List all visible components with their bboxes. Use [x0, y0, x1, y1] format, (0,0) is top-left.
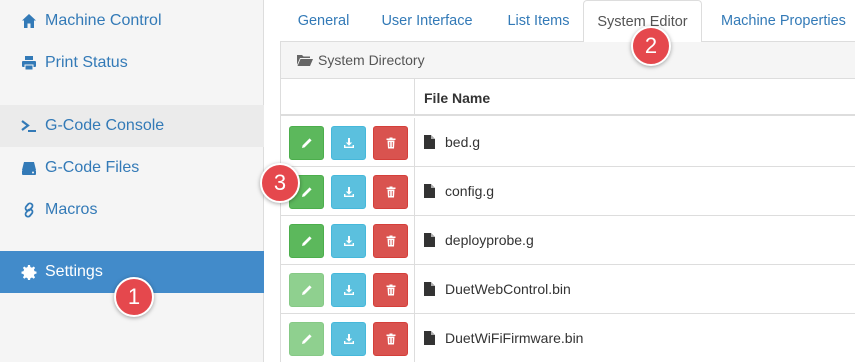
file-name: config.g — [445, 183, 495, 199]
home-icon — [20, 12, 38, 30]
console-icon — [20, 117, 38, 135]
download-file-button[interactable] — [331, 126, 366, 160]
row-actions — [281, 265, 415, 313]
file-icon — [424, 233, 435, 247]
table-row: config.g — [281, 167, 855, 216]
edit-file-button[interactable] — [289, 322, 324, 356]
file-name-cell[interactable]: DuetWebControl.bin — [424, 265, 571, 313]
sidebar-item-gcode-files[interactable]: G-Code Files — [0, 147, 264, 189]
file-name: deployprobe.g — [445, 232, 534, 248]
download-file-button[interactable] — [331, 322, 366, 356]
file-name-header: File Name — [424, 89, 491, 106]
download-icon — [343, 138, 354, 148]
sidebar-item-label: Print Status — [45, 54, 128, 71]
table-row: deployprobe.g — [281, 216, 855, 265]
table-row: DuetWiFiFirmware.bin — [281, 314, 855, 362]
row-actions — [281, 118, 415, 166]
tab-user-interface[interactable]: User Interface — [367, 0, 487, 42]
table-row: bed.g — [281, 118, 855, 167]
edit-file-button[interactable] — [289, 273, 324, 307]
download-icon — [343, 236, 354, 246]
file-icon — [424, 135, 435, 149]
panel-title: System Directory — [318, 52, 425, 68]
file-name: bed.g — [445, 134, 481, 150]
pencil-icon — [301, 236, 312, 246]
download-icon — [343, 187, 354, 197]
tab-list-items[interactable]: List Items — [487, 0, 590, 42]
callout-badge-3: 3 — [260, 163, 300, 203]
download-file-button[interactable] — [331, 175, 366, 209]
gear-icon — [20, 263, 38, 281]
row-actions — [281, 167, 415, 215]
settings-tabs: General User Interface List Items System… — [280, 0, 855, 43]
delete-file-button[interactable] — [373, 224, 408, 258]
download-file-button[interactable] — [331, 224, 366, 258]
file-name: DuetWiFiFirmware.bin — [445, 330, 584, 346]
pencil-icon — [301, 285, 312, 295]
trash-icon — [386, 137, 395, 149]
folder-open-icon — [297, 55, 313, 66]
file-icon — [424, 282, 435, 296]
sidebar-item-machine-control[interactable]: Machine Control — [0, 0, 264, 42]
tab-machine-properties[interactable]: Machine Properties — [710, 0, 855, 42]
file-name-cell[interactable]: bed.g — [424, 118, 480, 166]
table-header: File Name — [281, 79, 855, 116]
edit-file-button[interactable] — [289, 224, 324, 258]
file-name-cell[interactable]: deployprobe.g — [424, 216, 534, 264]
system-directory-panel: System Directory File Name bed.g config.g… — [280, 42, 855, 362]
main-content: General User Interface List Items System… — [260, 0, 855, 362]
download-icon — [343, 285, 354, 295]
callout-badge-1: 1 — [114, 277, 154, 317]
actions-header — [281, 79, 415, 116]
sidebar-item-macros[interactable]: Macros — [0, 189, 264, 231]
sidebar-item-print-status[interactable]: Print Status — [0, 42, 264, 84]
trash-icon — [386, 235, 395, 247]
sidebar-item-label: Settings — [45, 263, 103, 280]
printer-icon — [20, 54, 38, 72]
panel-heading: System Directory — [281, 42, 855, 79]
file-icon — [424, 184, 435, 198]
trash-icon — [386, 186, 395, 198]
sidebar-item-label: Machine Control — [45, 12, 162, 29]
delete-file-button[interactable] — [373, 126, 408, 160]
row-actions — [281, 314, 415, 362]
edit-file-button[interactable] — [289, 126, 324, 160]
delete-file-button[interactable] — [373, 273, 408, 307]
tab-general[interactable]: General — [280, 0, 367, 42]
download-icon — [343, 334, 354, 344]
sidebar-item-label: G-Code Console — [45, 117, 165, 134]
file-name-cell[interactable]: DuetWiFiFirmware.bin — [424, 314, 583, 362]
trash-icon — [386, 333, 395, 345]
table-row: DuetWebControl.bin — [281, 265, 855, 314]
callout-badge-2: 2 — [631, 26, 671, 66]
sidebar-item-label: G-Code Files — [45, 159, 140, 176]
delete-file-button[interactable] — [373, 322, 408, 356]
pencil-icon — [301, 187, 312, 197]
file-name: DuetWebControl.bin — [445, 281, 571, 297]
download-file-button[interactable] — [331, 273, 366, 307]
hdd-icon — [20, 159, 38, 177]
pencil-icon — [301, 138, 312, 148]
link-icon — [20, 201, 38, 219]
file-name-cell[interactable]: config.g — [424, 167, 494, 215]
pencil-icon — [301, 334, 312, 344]
delete-file-button[interactable] — [373, 175, 408, 209]
trash-icon — [386, 284, 395, 296]
sidebar-item-label: Macros — [45, 201, 98, 218]
sidebar-item-gcode-console[interactable]: G-Code Console — [0, 105, 264, 147]
row-actions — [281, 216, 415, 264]
file-icon — [424, 331, 435, 345]
